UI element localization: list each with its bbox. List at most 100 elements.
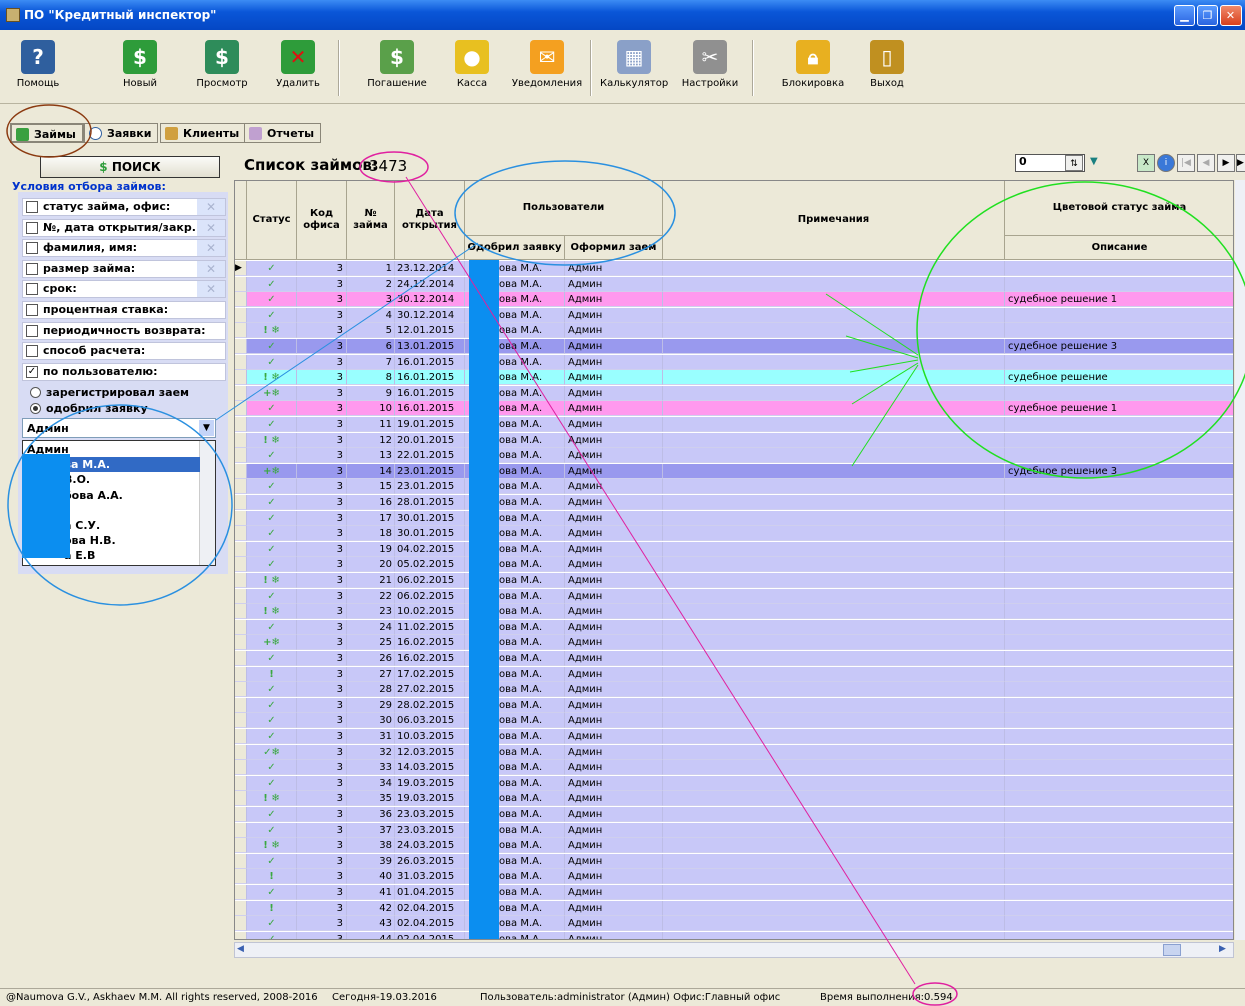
clear-icon[interactable]: ✕: [197, 281, 225, 298]
clear-icon[interactable]: ✕: [197, 260, 225, 277]
tab-requests[interactable]: Заявки: [84, 123, 159, 143]
lock-button[interactable]: 🔒︎ Блокировка: [780, 36, 846, 98]
table-row[interactable]: ✓ 3 33 14.03.2015 ова М.А. Админ: [235, 760, 1233, 776]
table-row[interactable]: ! 3 42 02.04.2015 ова М.А. Админ: [235, 900, 1233, 916]
filter-condition-0[interactable]: статус займа, офис: ✕: [22, 198, 226, 216]
table-row[interactable]: ! ❄ 3 23 10.02.2015 ова М.А. Админ: [235, 604, 1233, 620]
scroll-left-icon[interactable]: ◀: [237, 944, 249, 956]
table-row[interactable]: ✓ 3 10 16.01.2015 ова М.А. Админ судебное реше…: [235, 401, 1233, 417]
table-row[interactable]: ! ❄ 3 38 24.03.2015 ова М.А. Админ: [235, 838, 1233, 854]
radio-registered-loan[interactable]: зарегистрировал заем: [30, 386, 189, 399]
dropdown-scrollbar[interactable]: [199, 441, 215, 565]
minimize-button[interactable]: ▁: [1174, 5, 1195, 26]
filter-condition-3[interactable]: размер займа: ✕: [22, 259, 226, 278]
filter-condition-4[interactable]: срок: ✕: [22, 280, 226, 299]
table-row[interactable]: ✓ 3 44 02.04.2015 ова М.А. Админ: [235, 931, 1233, 939]
sort-icon[interactable]: ⇅: [1065, 155, 1083, 171]
checkbox-icon[interactable]: [26, 201, 38, 213]
table-row[interactable]: +❄ 3 14 23.01.2015 ова М.А. Админ судебное реш…: [235, 463, 1233, 479]
col-issued[interactable]: Оформил заем: [565, 236, 663, 260]
tab-loans[interactable]: Займы: [10, 123, 84, 143]
chevron-down-icon[interactable]: ▼: [199, 420, 214, 436]
table-row[interactable]: ✓ 3 43 02.04.2015 ова М.А. Админ: [235, 916, 1233, 932]
clear-icon[interactable]: ✕: [197, 219, 225, 236]
table-row[interactable]: ✓ 3 11 19.01.2015 ова М.А. Админ: [235, 417, 1233, 432]
checkbox-icon[interactable]: [26, 304, 38, 316]
table-row[interactable]: ! ❄ 3 21 06.02.2015 ова М.А. Админ: [235, 573, 1233, 588]
table-row[interactable]: ! ❄ 3 35 19.03.2015 ова М.А. Админ: [235, 791, 1233, 807]
table-row[interactable]: ✓❄ 3 32 12.03.2015 ова М.А. Админ: [235, 744, 1233, 760]
vertical-scrollbar[interactable]: [1235, 180, 1245, 940]
calculator-button[interactable]: ▦ Калькулятор: [600, 36, 668, 98]
table-row[interactable]: ▶ ✓ 3 1 23.12.2014 ова М.А. Админ: [235, 261, 1233, 276]
checkbox-icon[interactable]: [26, 345, 38, 358]
table-row[interactable]: ✓ 3 7 16.01.2015 ова М.А. Админ: [235, 354, 1233, 370]
first-page-icon[interactable]: |◀: [1177, 154, 1195, 172]
scroll-right-icon[interactable]: ▶: [1219, 944, 1231, 956]
horizontal-scrollbar[interactable]: ◀ ▶: [234, 942, 1234, 958]
table-row[interactable]: ✓ 3 39 26.03.2015 ова М.А. Админ: [235, 853, 1233, 869]
table-row[interactable]: ✓ 3 3 30.12.2014 ова М.А. Админ судебное решен…: [235, 292, 1233, 308]
table-row[interactable]: ✓ 3 15 23.01.2015 ова М.А. Админ: [235, 479, 1233, 495]
maximize-button[interactable]: ❐: [1197, 5, 1218, 26]
table-row[interactable]: ! 3 40 31.03.2015 ова М.А. Админ: [235, 869, 1233, 885]
table-row[interactable]: ✓ 3 34 19.03.2015 ова М.А. Админ: [235, 775, 1233, 791]
table-row[interactable]: ✓ 3 29 28.02.2015 ова М.А. Админ: [235, 697, 1233, 713]
table-row[interactable]: ✓ 3 16 28.01.2015 ова М.А. Админ: [235, 495, 1233, 510]
cash-button[interactable]: ● Касса: [448, 36, 496, 98]
table-row[interactable]: ✓ 3 2 24.12.2014 ова М.А. Админ: [235, 276, 1233, 292]
table-row[interactable]: ✓ 3 41 01.04.2015 ова М.А. Админ: [235, 885, 1233, 900]
table-row[interactable]: +❄ 3 25 16.02.2015 ова М.А. Админ: [235, 635, 1233, 651]
tab-reports[interactable]: Отчеты: [244, 123, 322, 143]
col-approved[interactable]: Одобрил заявку: [465, 236, 565, 260]
table-row[interactable]: ✓ 3 18 30.01.2015 ова М.А. Админ: [235, 526, 1233, 542]
prev-page-icon[interactable]: ◀: [1197, 154, 1215, 172]
checkbox-icon[interactable]: ✓: [26, 365, 38, 378]
table-row[interactable]: ✓ 3 30 06.03.2015 ова М.А. Админ: [235, 713, 1233, 729]
view-loan-button[interactable]: $ Просмотр: [192, 36, 252, 98]
col-open-date[interactable]: Дата открытия: [395, 181, 465, 260]
table-row[interactable]: ✓ 3 28 27.02.2015 ова М.А. Админ: [235, 682, 1233, 698]
filter-dropdown-icon[interactable]: ▼: [1090, 156, 1098, 167]
filter-condition-6[interactable]: периодичность возврата:: [22, 321, 226, 340]
table-row[interactable]: ✓ 3 17 30.01.2015 ова М.А. Админ: [235, 510, 1233, 526]
checkbox-icon[interactable]: [26, 221, 38, 234]
settings-button[interactable]: ✂ Настройки: [680, 36, 740, 98]
col-number[interactable]: № займа: [347, 181, 395, 260]
table-row[interactable]: ✓ 3 31 10.03.2015 ова М.А. Админ: [235, 729, 1233, 744]
table-row[interactable]: +❄ 3 9 16.01.2015 ова М.А. Админ: [235, 385, 1233, 401]
close-button[interactable]: ✕: [1220, 5, 1242, 26]
table-row[interactable]: ✓ 3 20 05.02.2015 ова М.А. Админ: [235, 557, 1233, 573]
search-button[interactable]: $ ПОИСК: [40, 156, 220, 178]
excel-export-icon[interactable]: X: [1137, 154, 1155, 172]
exit-button[interactable]: ▯ Выход: [866, 36, 908, 98]
last-page-icon[interactable]: ▶|: [1236, 154, 1245, 172]
table-row[interactable]: ✓ 3 37 23.03.2015 ова М.А. Админ: [235, 822, 1233, 838]
delete-loan-button[interactable]: ✕ Удалить: [272, 36, 324, 98]
table-row[interactable]: ! ❄ 3 12 20.01.2015 ова М.А. Админ: [235, 432, 1233, 448]
table-row[interactable]: ✓ 3 24 11.02.2015 ова М.А. Админ: [235, 619, 1233, 635]
filter-condition-7[interactable]: способ расчета:: [22, 342, 226, 361]
filter-condition-2[interactable]: фамилия, имя: ✕: [22, 239, 226, 258]
col-description[interactable]: Описание: [1005, 236, 1233, 260]
notifications-button[interactable]: ✉ Уведомления: [510, 36, 584, 98]
col-notes[interactable]: Примечания: [663, 181, 1005, 260]
table-row[interactable]: ✓ 3 6 13.01.2015 ова М.А. Админ судебное решен…: [235, 339, 1233, 354]
next-page-icon[interactable]: ▶: [1217, 154, 1235, 172]
scroll-thumb[interactable]: [1163, 944, 1181, 956]
col-office[interactable]: Код офиса: [297, 181, 347, 260]
checkbox-icon[interactable]: [26, 242, 38, 255]
table-row[interactable]: ! 3 27 17.02.2015 ова М.А. Админ: [235, 666, 1233, 682]
table-row[interactable]: ! ❄ 3 5 12.01.2015 ова М.А. Админ: [235, 323, 1233, 339]
repayment-button[interactable]: $ Погашение: [366, 36, 428, 98]
clear-icon[interactable]: ✕: [197, 240, 225, 257]
help-button[interactable]: ? Помощь: [14, 36, 62, 98]
table-row[interactable]: ✓ 3 19 04.02.2015 ова М.А. Админ: [235, 541, 1233, 557]
checkbox-icon[interactable]: [26, 324, 38, 337]
clear-icon[interactable]: ✕: [197, 199, 225, 215]
table-row[interactable]: ✓ 3 13 22.01.2015 ова М.А. Админ: [235, 448, 1233, 464]
table-row[interactable]: ✓ 3 36 23.03.2015 ова М.А. Админ: [235, 807, 1233, 822]
new-loan-button[interactable]: $ Новый: [116, 36, 164, 98]
checkbox-icon[interactable]: [26, 283, 38, 296]
table-row[interactable]: ✓ 3 4 30.12.2014 ова М.А. Админ: [235, 307, 1233, 323]
